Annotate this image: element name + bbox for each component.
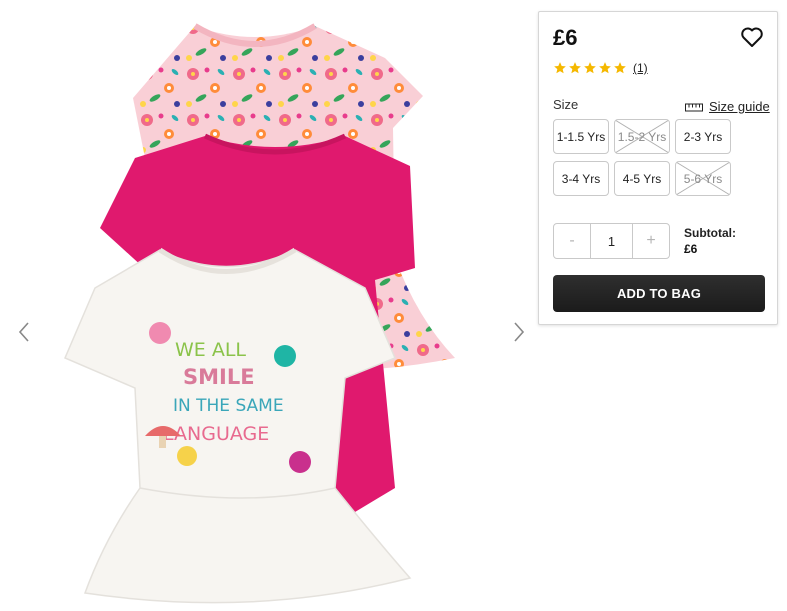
size-option-label: 5-6 Yrs [683, 171, 723, 186]
product-image: WE ALL SMILE IN THE SAME LANGUAGE [64, 23, 455, 604]
star-icon [599, 62, 611, 74]
gallery-next-button[interactable] [509, 318, 529, 346]
slogan-line-1: WE ALL [175, 339, 246, 361]
quantity-input[interactable]: 1 [590, 224, 633, 258]
size-option-button[interactable]: 3-4 Yrs [553, 161, 609, 196]
size-option-label: 3-4 Yrs [561, 171, 601, 186]
star-icon [614, 62, 626, 74]
quantity-stepper: - 1 + [553, 223, 670, 259]
product-gallery: WE ALL SMILE IN THE SAME LANGUAGE [0, 0, 535, 611]
heart-outline-icon [741, 27, 763, 47]
star-icon [569, 62, 581, 74]
review-count-link[interactable]: (1) [633, 61, 648, 75]
subtotal-label: Subtotal: [684, 226, 736, 240]
size-option-button[interactable]: 4-5 Yrs [614, 161, 670, 196]
gallery-prev-button[interactable] [14, 318, 34, 346]
quantity-increase-button[interactable]: + [633, 224, 669, 258]
wishlist-button[interactable] [740, 26, 764, 48]
star-icon [554, 62, 566, 74]
size-option-button[interactable]: 5-6 Yrs [675, 161, 731, 196]
size-option-button[interactable]: 1.5-2 Yrs [614, 119, 670, 154]
quantity-decrease-button[interactable]: - [554, 224, 590, 258]
subtotal: Subtotal: £6 [684, 225, 736, 257]
chevron-left-icon [18, 322, 29, 342]
subtotal-value: £6 [684, 242, 698, 256]
purchase-panel: £6 (1) Size Size guide 1-1.5 Yrs 1.5-2 Yr… [538, 11, 778, 325]
size-option-label: 2-3 Yrs [683, 129, 723, 144]
size-option-button[interactable]: 1-1.5 Yrs [553, 119, 609, 154]
star-icon [584, 62, 596, 74]
size-guide-link[interactable]: Size guide [685, 99, 770, 114]
size-option-label: 1.5-2 Yrs [617, 129, 667, 144]
add-to-bag-button[interactable]: ADD TO BAG [553, 275, 765, 312]
ruler-icon [685, 103, 703, 111]
size-option-label: 1-1.5 Yrs [556, 129, 606, 144]
size-option-button[interactable]: 2-3 Yrs [675, 119, 731, 154]
size-option-label: 4-5 Yrs [622, 171, 662, 186]
slogan-line-3: IN THE SAME [173, 396, 284, 416]
size-label: Size [553, 97, 579, 112]
slogan-line-2: SMILE [183, 365, 255, 389]
size-guide-label: Size guide [709, 99, 770, 114]
chevron-right-icon [514, 322, 525, 342]
rating-stars [553, 61, 627, 75]
product-price: £6 [553, 25, 578, 50]
product-rating: (1) [553, 61, 648, 75]
